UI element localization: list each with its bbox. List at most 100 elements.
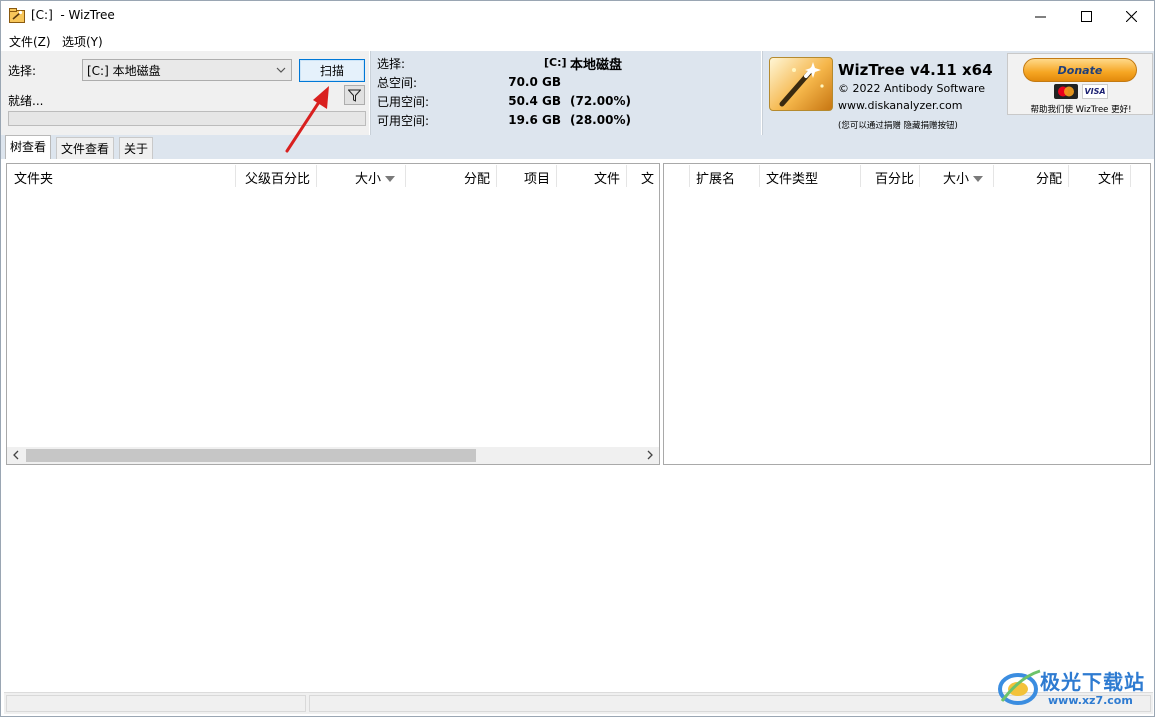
col-allocated[interactable]: 分配 [464, 168, 490, 187]
brand-panel: WizTree v4.11 x64 © 2022 Antibody Softwa… [762, 51, 1154, 135]
used-space-value: 50.4 GB [508, 94, 561, 108]
tab-file-view-label: 文件查看 [61, 142, 110, 156]
donate-box: Donate VISA 帮助我们使 WizTree 更好! [1007, 53, 1153, 115]
column-divider[interactable] [993, 165, 994, 187]
drive-select[interactable]: [C:] 本地磁盘 [82, 59, 292, 81]
col-file-type[interactable]: 文件类型 [766, 168, 818, 187]
filter-icon [348, 89, 361, 102]
ext-table-header: 扩展名 文件类型 百分比 大小 分配 文件 [664, 164, 1150, 188]
col-ext-files[interactable]: 文件 [1098, 168, 1124, 187]
status-segment [6, 695, 306, 712]
visa-icon: VISA [1082, 84, 1108, 99]
app-window: [C:] - WizTree 文件(Z) 选项(Y) 选择: [C:] 本地磁盘… [0, 0, 1155, 717]
watermark-url: www.xz7.com [1048, 694, 1133, 707]
free-space-label: 可用空间: [377, 114, 430, 128]
column-divider[interactable] [689, 165, 690, 187]
column-divider[interactable] [919, 165, 920, 187]
used-space-percent: (72.00%) [570, 94, 631, 108]
scroll-right-icon[interactable] [645, 448, 655, 462]
column-divider[interactable] [626, 165, 627, 187]
window-title: [C:] - WizTree [31, 8, 115, 22]
brand-website-link[interactable]: www.diskanalyzer.com [838, 99, 963, 112]
selected-drive: [C:] [544, 56, 567, 69]
col-ext-allocated[interactable]: 分配 [1036, 168, 1062, 187]
donate-note: 帮助我们使 WizTree 更好! [1030, 105, 1132, 115]
view-tabs: 树查看 文件查看 关于 [1, 135, 1154, 159]
col-parent-percent[interactable]: 父级百分比 [245, 168, 310, 187]
visa-label: VISA [1084, 87, 1106, 96]
total-space-label: 总空间: [377, 76, 418, 90]
hide-donate-note: (您可以通过捐赠 隐藏捐赠按钮) [838, 121, 958, 131]
column-divider[interactable] [860, 165, 861, 187]
column-divider[interactable] [235, 165, 236, 187]
magic-wand-icon [779, 62, 824, 107]
donate-button-label: Donate [1057, 63, 1103, 77]
free-space-value: 19.6 GB [508, 113, 561, 127]
column-divider[interactable] [1068, 165, 1069, 187]
column-divider[interactable] [759, 165, 760, 187]
menu-options[interactable]: 选项(Y) [62, 33, 103, 50]
col-items[interactable]: 项目 [524, 168, 550, 187]
maximize-button[interactable] [1063, 1, 1109, 31]
menu-bar: 文件(Z) 选项(Y) [1, 31, 1154, 51]
status-bar [4, 692, 1153, 714]
column-divider[interactable] [405, 165, 406, 187]
annotation-arrow-icon [285, 86, 329, 153]
drive-info-panel: 选择: [C:] 本地磁盘 总空间: 70.0 GB 已用空间: 50.4 GB… [370, 51, 761, 135]
watermark-logo-icon [998, 669, 1041, 705]
close-icon [1125, 10, 1137, 22]
brand-copyright: © 2022 Antibody Software [838, 82, 986, 95]
chevron-down-icon [276, 67, 286, 73]
col-folders-truncated[interactable]: 文 [641, 168, 659, 187]
wiztree-logo-icon[interactable] [769, 57, 833, 111]
total-space-value: 70.0 GB [508, 75, 561, 89]
filter-button[interactable] [344, 85, 365, 105]
tab-tree-view[interactable]: 树查看 [5, 135, 52, 159]
column-divider[interactable] [316, 165, 317, 187]
watermark-name: 极光下载站 [1040, 670, 1145, 694]
sort-desc-icon [385, 176, 396, 182]
mastercard-icon [1054, 84, 1078, 99]
col-folder[interactable]: 文件夹 [14, 168, 53, 187]
col-size[interactable]: 大小 [355, 168, 396, 187]
file-type-table[interactable]: 扩展名 文件类型 百分比 大小 分配 文件 [663, 163, 1151, 465]
column-divider[interactable] [496, 165, 497, 187]
scan-button[interactable]: 扫描 [299, 59, 365, 82]
donate-button[interactable]: Donate [1023, 58, 1137, 82]
col-ext-size-label: 大小 [943, 172, 970, 187]
title-bar[interactable]: [C:] - WizTree [1, 1, 1154, 31]
tab-file-view[interactable]: 文件查看 [56, 137, 115, 159]
wiztree-app-icon [9, 8, 25, 23]
horizontal-scrollbar[interactable] [7, 447, 659, 464]
close-button[interactable] [1108, 1, 1154, 31]
scroll-left-icon[interactable] [11, 448, 21, 462]
free-space-percent: (28.00%) [570, 113, 631, 127]
treemap-area[interactable] [4, 467, 1153, 692]
col-size-label: 大小 [355, 172, 382, 187]
selected-label: 选择: [377, 57, 406, 71]
scrollbar-thumb[interactable] [26, 449, 476, 462]
tree-table-header: 文件夹 父级百分比 大小 分配 项目 文件 文 [7, 164, 659, 188]
col-extension[interactable]: 扩展名 [696, 168, 735, 187]
folder-tree-table[interactable]: 文件夹 父级百分比 大小 分配 项目 文件 文 [6, 163, 660, 465]
selected-drive-name: 本地磁盘 [570, 58, 623, 73]
status-text: 就绪... [8, 94, 44, 108]
drive-select-label: 选择: [8, 64, 37, 78]
tab-tree-view-label: 树查看 [10, 140, 47, 154]
drive-select-value: [C:] 本地磁盘 [87, 63, 161, 78]
col-percent[interactable]: 百分比 [875, 168, 914, 187]
menu-file[interactable]: 文件(Z) [9, 33, 51, 50]
column-divider[interactable] [1130, 165, 1131, 187]
brand-title: WizTree v4.11 x64 [838, 61, 993, 79]
column-divider[interactable] [556, 165, 557, 187]
scan-button-label: 扫描 [319, 64, 344, 78]
col-files[interactable]: 文件 [594, 168, 620, 187]
tab-about-label: 关于 [124, 142, 149, 156]
minimize-button[interactable] [1017, 1, 1063, 31]
sort-desc-icon [973, 176, 984, 182]
col-ext-size[interactable]: 大小 [943, 168, 984, 187]
minimize-icon [1034, 16, 1046, 17]
maximize-icon [1080, 10, 1092, 22]
used-space-label: 已用空间: [377, 95, 430, 109]
tab-about[interactable]: 关于 [119, 137, 154, 159]
